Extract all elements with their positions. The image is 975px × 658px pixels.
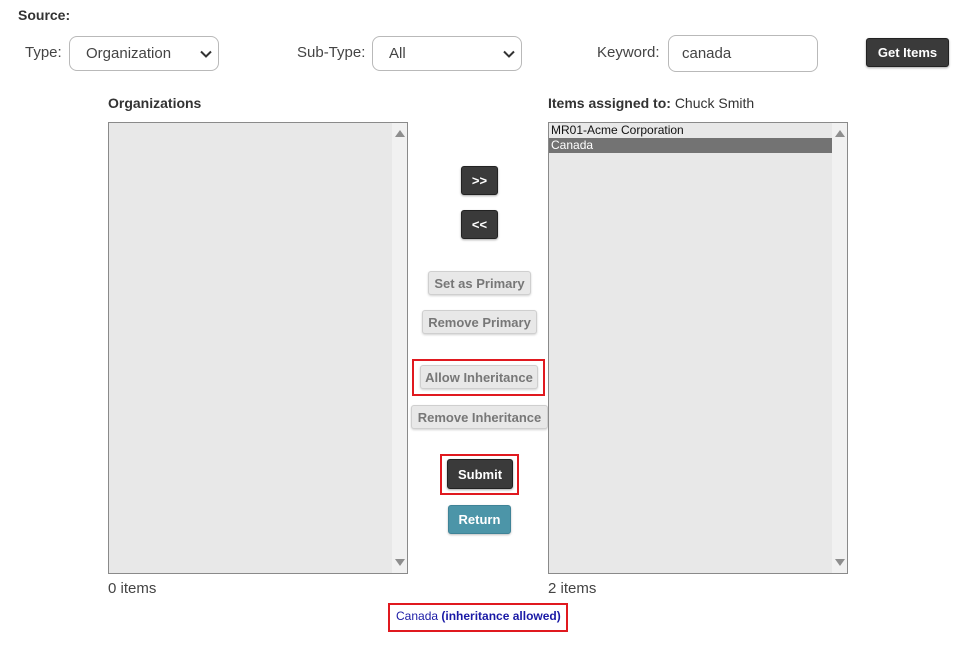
scroll-up-icon[interactable] <box>395 130 405 137</box>
remove-items-button[interactable]: << <box>461 210 498 239</box>
assigned-items-scrollbar[interactable] <box>832 123 847 573</box>
get-items-button[interactable]: Get Items <box>866 38 949 67</box>
keyword-input[interactable]: canada <box>668 35 818 72</box>
inheritance-status-name: Canada <box>396 609 439 623</box>
remove-primary-button[interactable]: Remove Primary <box>422 310 537 334</box>
chevron-down-icon <box>194 37 218 70</box>
scroll-down-icon[interactable] <box>395 559 405 566</box>
allow-inheritance-button[interactable]: Allow Inheritance <box>420 365 538 389</box>
list-item[interactable]: MR01-Acme Corporation <box>549 123 832 138</box>
type-select[interactable]: Organization <box>69 36 219 71</box>
remove-inheritance-button[interactable]: Remove Inheritance <box>411 405 548 429</box>
chevron-down-icon <box>497 37 521 70</box>
list-item-selected[interactable]: Canada <box>549 138 832 153</box>
organizations-listbox[interactable] <box>108 122 408 574</box>
assigned-items-count: 2 items <box>548 580 597 597</box>
type-label: Type: <box>25 44 62 61</box>
scroll-up-icon[interactable] <box>835 130 845 137</box>
organizations-title: Organizations <box>108 95 202 111</box>
type-select-value: Organization <box>86 45 172 62</box>
scroll-down-icon[interactable] <box>835 559 845 566</box>
assigned-items-listbox[interactable]: MR01-Acme Corporation Canada <box>548 122 848 574</box>
organizations-count: 0 items <box>108 580 157 597</box>
subtype-select[interactable]: All <box>372 36 522 71</box>
source-label: Source: <box>18 7 71 23</box>
add-items-button[interactable]: >> <box>461 166 498 195</box>
organizations-scrollbar[interactable] <box>392 123 407 573</box>
keyword-label: Keyword: <box>597 44 660 61</box>
subtype-select-value: All <box>389 45 406 62</box>
assigned-items-list: MR01-Acme Corporation Canada <box>549 123 832 153</box>
subtype-label: Sub-Type: <box>297 44 366 61</box>
return-button[interactable]: Return <box>448 505 511 534</box>
assigned-items-title: Items assigned to: Chuck Smith <box>548 95 754 111</box>
inheritance-status: Canada (inheritance allowed) <box>396 609 561 623</box>
inheritance-status-detail: (inheritance allowed) <box>441 609 561 623</box>
submit-button[interactable]: Submit <box>447 459 513 489</box>
assigned-items-title-prefix: Items assigned to: <box>548 95 671 111</box>
assigned-user-name: Chuck Smith <box>674 95 755 111</box>
set-as-primary-button[interactable]: Set as Primary <box>428 271 531 295</box>
